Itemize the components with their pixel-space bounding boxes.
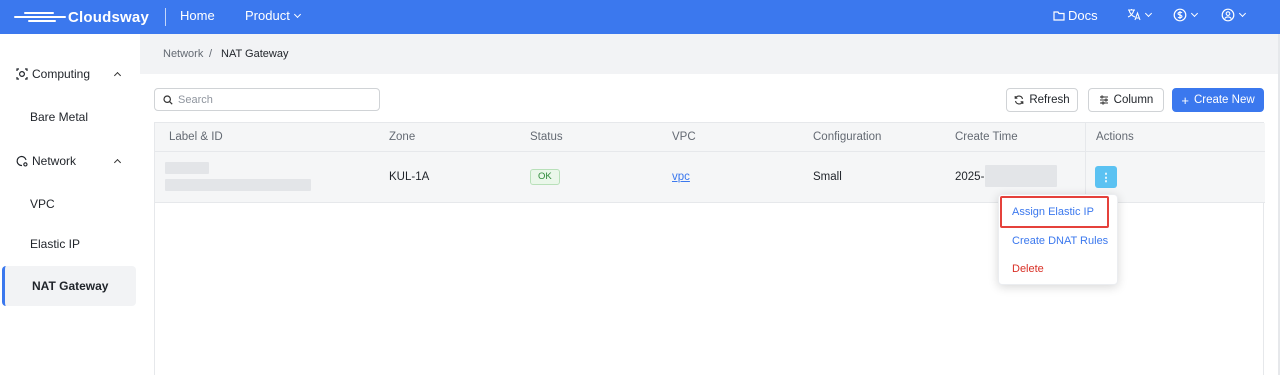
chevron-down-icon	[1144, 9, 1153, 17]
currency-menu[interactable]	[1173, 8, 1199, 22]
network-icon	[16, 155, 28, 167]
search-icon	[163, 94, 173, 105]
search-input[interactable]	[178, 93, 368, 106]
docs-link[interactable]: Docs	[1053, 8, 1098, 23]
redacted-label	[165, 162, 209, 174]
cell-configuration: Small	[813, 171, 842, 183]
create-new-button[interactable]: + Create New	[1172, 88, 1264, 112]
user-circle-icon	[1221, 8, 1235, 22]
chevron-up-icon	[113, 71, 122, 79]
plus-icon: +	[1181, 92, 1189, 108]
logo-mark-icon	[14, 10, 66, 24]
cell-create-time: 2025-	[955, 171, 985, 183]
header-divider	[165, 8, 166, 26]
breadcrumb: Network / NAT Gateway	[140, 34, 1280, 74]
breadcrumb-separator: /	[209, 48, 213, 60]
sidebar-group-label: Network	[32, 154, 77, 168]
vpc-link[interactable]: vpc	[672, 171, 690, 183]
column-header-create-time: Create Time	[955, 131, 1018, 143]
column-header-status: Status	[530, 131, 563, 143]
create-new-label: Create New	[1193, 94, 1255, 106]
refresh-button[interactable]: Refresh	[1006, 88, 1078, 112]
computing-icon	[16, 68, 28, 80]
chevron-down-icon	[293, 10, 301, 18]
redacted-id	[165, 179, 311, 191]
sidebar-group-label: Computing	[32, 67, 91, 81]
column-settings-icon	[1099, 95, 1108, 105]
language-menu[interactable]	[1127, 8, 1153, 21]
column-header-label-id: Label & ID	[169, 131, 223, 143]
logo-text: Cloudsway	[68, 8, 149, 26]
currency-icon	[1173, 8, 1187, 22]
docs-label: Docs	[1068, 8, 1098, 23]
refresh-icon	[1015, 95, 1024, 105]
sidebar-group-network[interactable]: Network	[16, 154, 124, 168]
column-header-configuration: Configuration	[813, 131, 882, 143]
menu-item-assign-elastic-ip[interactable]: Assign Elastic IP	[1012, 206, 1094, 218]
column-button[interactable]: Column	[1088, 88, 1164, 112]
nav-product[interactable]: Product	[245, 8, 301, 23]
redacted-create-time	[985, 165, 1057, 187]
chevron-down-icon	[1190, 9, 1199, 18]
actions-column-divider	[1085, 123, 1265, 203]
column-header-zone: Zone	[389, 131, 416, 143]
translate-icon	[1127, 9, 1141, 21]
sidebar-item-vpc[interactable]: VPC	[30, 197, 55, 211]
refresh-label: Refresh	[1029, 94, 1070, 106]
menu-item-delete[interactable]: Delete	[1012, 263, 1044, 275]
actions-dropdown-menu: Assign Elastic IP Create DNAT Rules Dele…	[998, 194, 1118, 285]
search-box[interactable]	[154, 88, 380, 111]
sidebar-item-nat-gateway[interactable]: NAT Gateway	[2, 266, 136, 306]
cell-zone: KUL-1A	[389, 171, 430, 183]
breadcrumb-network[interactable]: Network	[163, 48, 203, 60]
nav-home[interactable]: Home	[180, 8, 215, 23]
logo[interactable]: Cloudsway	[14, 7, 149, 27]
sidebar-item-elastic-ip[interactable]: Elastic IP	[30, 237, 80, 251]
chevron-up-icon	[113, 158, 122, 166]
user-menu[interactable]	[1221, 8, 1247, 22]
sidebar-group-computing[interactable]: Computing	[16, 67, 124, 81]
top-navigation-bar: Cloudsway Home Product Docs	[0, 0, 1280, 34]
breadcrumb-nat-gateway: NAT Gateway	[221, 48, 289, 60]
column-label: Column	[1113, 94, 1154, 106]
sidebar-item-bare-metal[interactable]: Bare Metal	[30, 110, 88, 124]
status-badge: OK	[530, 169, 560, 185]
column-header-vpc: VPC	[672, 131, 696, 143]
folder-icon	[1053, 11, 1065, 21]
nav-home-label: Home	[180, 8, 215, 23]
sidebar-item-label: NAT Gateway	[32, 279, 109, 293]
nav-product-label: Product	[245, 8, 290, 23]
menu-item-create-dnat-rules[interactable]: Create DNAT Rules	[1012, 235, 1108, 247]
chevron-down-icon	[1238, 9, 1247, 18]
sidebar: Computing Bare Metal Network VPC Elastic…	[0, 34, 140, 375]
